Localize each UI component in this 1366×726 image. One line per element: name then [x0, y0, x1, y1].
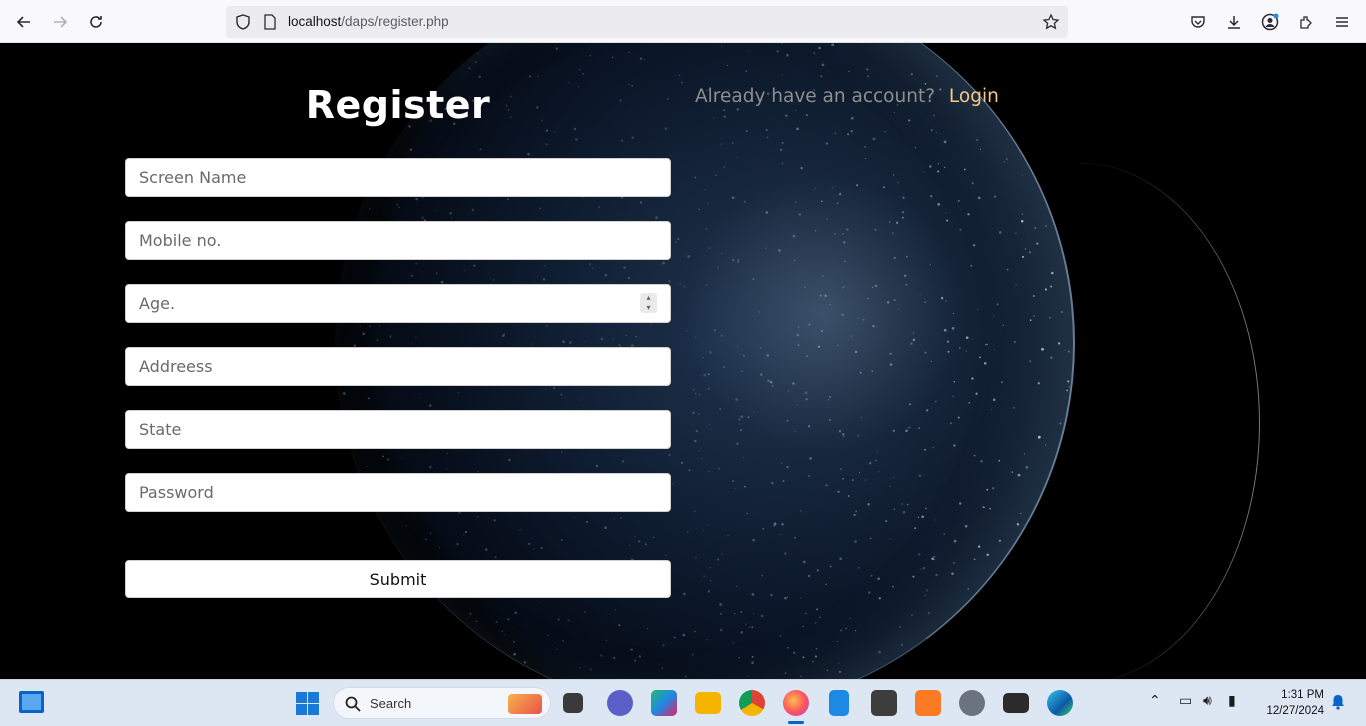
notifications-bell-icon[interactable] [1331, 694, 1345, 710]
start-windows-icon[interactable] [296, 692, 319, 715]
url-path: /daps/register.php [341, 14, 449, 29]
task-view-icon[interactable] [563, 693, 583, 713]
screen-name-input[interactable] [125, 158, 671, 197]
page-content: Register Already have an account? Login … [0, 43, 1366, 679]
bookmark-star-icon[interactable] [1042, 13, 1060, 31]
search-highlight-calendar-icon [508, 694, 542, 714]
copilot-icon[interactable] [651, 690, 677, 716]
sublime-text-icon[interactable] [871, 690, 897, 716]
teams-icon[interactable] [607, 690, 633, 716]
page-title: Register [305, 83, 491, 127]
settings-gear-icon[interactable] [959, 690, 985, 716]
reload-icon[interactable] [82, 8, 110, 36]
edge-icon[interactable] [1047, 690, 1073, 716]
back-arrow-icon[interactable] [10, 8, 38, 36]
clock-time: 1:31 PM [1281, 689, 1324, 701]
clock-date: 12/27/2024 [1266, 705, 1324, 717]
url-text[interactable]: localhost/daps/register.php [288, 14, 449, 29]
address-input[interactable] [125, 347, 671, 386]
password-input[interactable] [125, 473, 671, 512]
widgets-icon[interactable] [19, 691, 44, 713]
account-icon[interactable] [1256, 8, 1284, 36]
tracking-protection-shield-icon[interactable] [234, 13, 252, 31]
windows-taskbar: Search ⌃ ▭ 🔊︎ ▮ 1:31 PM 12/27/2024 [0, 679, 1366, 726]
volume-icon[interactable]: 🔊︎ [1203, 693, 1212, 709]
notepad-icon[interactable] [829, 690, 849, 716]
menu-hamburger-icon[interactable] [1328, 8, 1356, 36]
terminal-icon[interactable] [1003, 693, 1029, 713]
login-prompt: Already have an account? Login [695, 86, 999, 107]
system-clock[interactable]: 1:31 PM 12/27/2024 [1252, 687, 1324, 719]
already-have-account-text: Already have an account? [695, 86, 936, 107]
firefox-icon[interactable] [783, 690, 809, 724]
battery-icon[interactable]: ▮ [1228, 693, 1236, 709]
pocket-icon[interactable] [1184, 8, 1212, 36]
age-input[interactable] [125, 284, 671, 323]
display-icon[interactable]: ▭ [1179, 693, 1192, 709]
taskbar-search[interactable]: Search [333, 687, 551, 719]
mobile-input[interactable] [125, 221, 671, 260]
file-explorer-icon[interactable] [695, 692, 721, 714]
address-bar[interactable]: localhost/daps/register.php [226, 6, 1068, 38]
login-link[interactable]: Login [949, 86, 999, 107]
xampp-icon[interactable] [915, 690, 941, 716]
browser-toolbar: localhost/daps/register.php [0, 0, 1366, 43]
show-hidden-icons-chevron-icon[interactable]: ⌃ [1149, 693, 1161, 709]
state-input[interactable] [125, 410, 671, 449]
url-host: localhost [288, 14, 342, 29]
search-icon [345, 696, 361, 712]
submit-button[interactable]: Submit [125, 560, 671, 598]
downloads-icon[interactable] [1220, 8, 1248, 36]
chrome-icon[interactable] [739, 690, 765, 716]
search-label: Search [370, 696, 412, 711]
page-info-icon[interactable] [262, 14, 278, 30]
forward-arrow-icon[interactable] [46, 8, 74, 36]
age-stepper-icon[interactable]: ▴ ▾ [640, 293, 657, 313]
extensions-icon[interactable] [1292, 8, 1320, 36]
